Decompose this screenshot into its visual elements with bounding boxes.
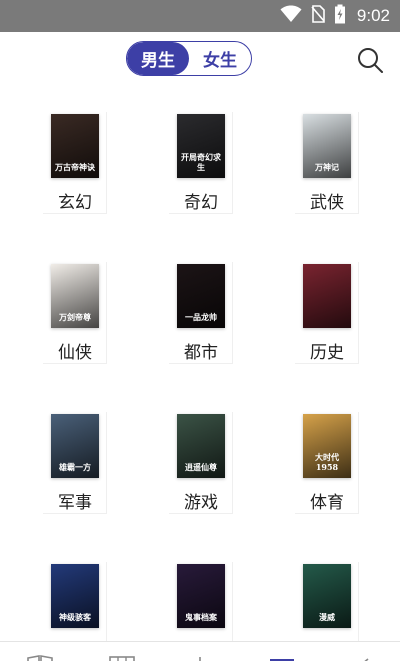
status-icons: 9:02 [280, 0, 390, 32]
cover-title: 万古帝神诀 [55, 162, 95, 172]
book-cover: 开局奇幻求生 [177, 114, 225, 178]
status-time: 9:02 [356, 6, 390, 25]
bookshelf-icon[interactable] [26, 654, 54, 661]
bottom-nav [0, 641, 400, 661]
category-icon[interactable] [268, 654, 296, 661]
category-item[interactable]: 逍遥仙尊 游戏 [165, 400, 265, 514]
cover-title: 万神记 [315, 162, 339, 172]
cover-title: 开局奇幻求生 [181, 152, 221, 172]
category-label: 都市 [184, 343, 218, 363]
category-label: 奇幻 [184, 193, 218, 213]
category-item[interactable]: 历史 [291, 250, 391, 364]
gender-toggle: 男生 女生 [126, 41, 252, 76]
category-item[interactable]: 雄霸一方 军事 [39, 400, 139, 514]
category-item[interactable]: 一品龙帅 都市 [165, 250, 265, 364]
category-label: 武侠 [310, 193, 344, 213]
book-cover: 鬼事档案 [177, 564, 225, 628]
book-cover: 神级骇客 [51, 564, 99, 628]
search-icon [358, 48, 383, 73]
category-label: 玄幻 [58, 193, 92, 213]
category-label: 游戏 [184, 493, 218, 513]
cover-title: 雄霸一方 [59, 462, 91, 472]
wifi-icon [280, 5, 302, 27]
book-cover: 万剑帝尊 [51, 264, 99, 328]
cover-title: 逍遥仙尊 [185, 462, 217, 472]
category-item[interactable]: 大时代1958 体育 [291, 400, 391, 514]
cover-title: 大时代1958 [315, 452, 339, 472]
category-label: 历史 [310, 343, 344, 363]
category-label: 仙侠 [58, 343, 92, 363]
book-cover: 万神记 [303, 114, 351, 178]
category-item[interactable]: 开局奇幻求生 奇幻 [165, 100, 265, 214]
cover-title: 万剑帝尊 [59, 312, 91, 322]
category-label: 军事 [58, 493, 92, 513]
book-cover: 逍遥仙尊 [177, 414, 225, 478]
header: 男生 女生 [0, 32, 400, 88]
book-cover [303, 264, 351, 328]
category-item[interactable]: 万神记 武侠 [291, 100, 391, 214]
category-label: 体育 [310, 493, 344, 513]
category-item[interactable]: 万古帝神诀 玄幻 [39, 100, 139, 214]
cover-title: 神级骇客 [59, 612, 91, 622]
tab-male[interactable]: 男生 [127, 42, 189, 75]
category-item[interactable]: 万剑帝尊 仙侠 [39, 250, 139, 364]
book-cover: 雄霸一方 [51, 414, 99, 478]
ranking-icon[interactable] [186, 654, 214, 661]
library-icon[interactable] [108, 654, 136, 661]
search-button[interactable] [356, 46, 384, 74]
tab-female[interactable]: 女生 [189, 42, 251, 75]
book-cover: 万古帝神诀 [51, 114, 99, 178]
battery-icon [334, 4, 346, 28]
profile-icon[interactable] [348, 654, 376, 661]
cover-title: 鬼事档案 [185, 612, 217, 622]
status-bar: 9:02 [0, 0, 400, 32]
book-cover: 大时代1958 [303, 414, 351, 478]
cover-title: 漫威 [319, 612, 335, 622]
book-cover: 漫威 [303, 564, 351, 628]
no-sim-icon [311, 5, 325, 27]
cover-title: 一品龙帅 [185, 312, 217, 322]
book-cover: 一品龙帅 [177, 264, 225, 328]
